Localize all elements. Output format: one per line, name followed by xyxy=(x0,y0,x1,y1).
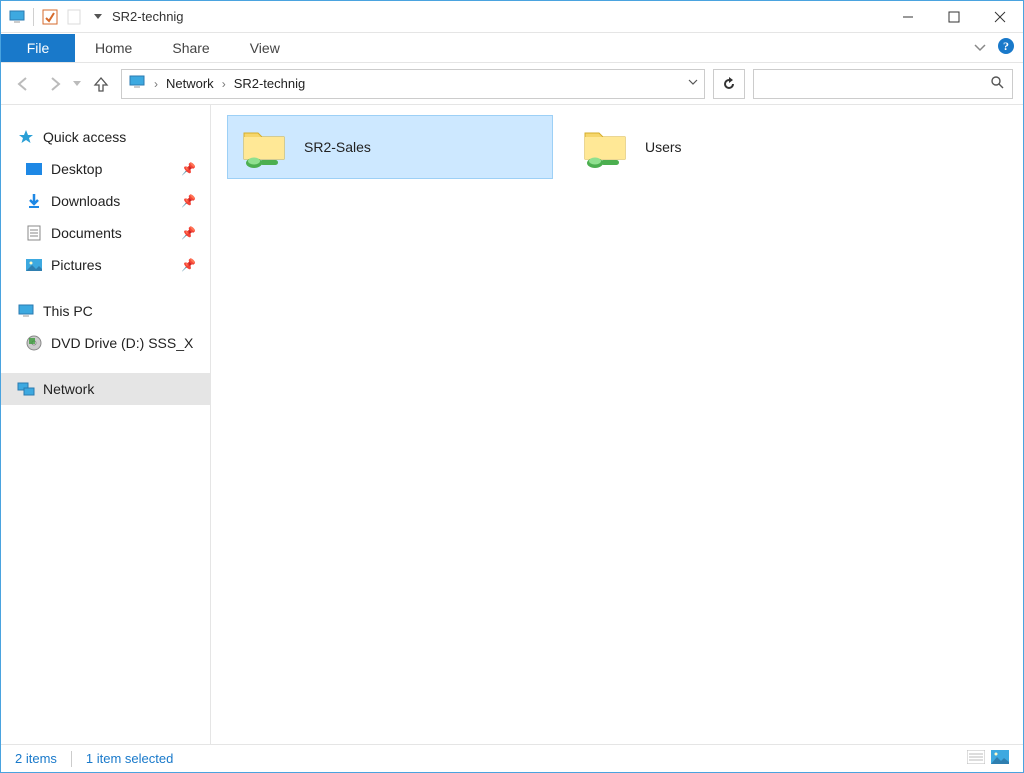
separator xyxy=(33,8,34,26)
chevron-right-icon[interactable]: › xyxy=(154,77,158,91)
sidebar-item-label: Desktop xyxy=(51,161,102,177)
file-tab[interactable]: File xyxy=(1,34,75,62)
addressbar: › Network › SR2-technig xyxy=(1,63,1023,105)
sidebar-item-pictures[interactable]: Pictures 📌 xyxy=(1,249,210,281)
sidebar-item-downloads[interactable]: Downloads 📌 xyxy=(1,185,210,217)
disc-icon xyxy=(25,334,43,352)
tab-home[interactable]: Home xyxy=(75,33,152,62)
shared-folder-icon xyxy=(581,123,629,171)
network-icon xyxy=(17,380,35,398)
back-button[interactable] xyxy=(11,72,35,96)
status-item-count: 2 items xyxy=(15,751,57,766)
body: Quick access Desktop 📌 Downloads 📌 Docum… xyxy=(1,105,1023,744)
sidebar: Quick access Desktop 📌 Downloads 📌 Docum… xyxy=(1,105,211,744)
desktop-icon xyxy=(25,160,43,178)
ribbon: File Home Share View ? xyxy=(1,33,1023,63)
sidebar-item-dvd[interactable]: DVD Drive (D:) SSS_X xyxy=(1,327,210,359)
details-view-icon[interactable] xyxy=(967,750,985,767)
close-button[interactable] xyxy=(977,1,1023,32)
sidebar-item-documents[interactable]: Documents 📌 xyxy=(1,217,210,249)
statusbar: 2 items 1 item selected xyxy=(1,744,1023,772)
sidebar-item-label: Quick access xyxy=(43,129,126,145)
chevron-right-icon[interactable]: › xyxy=(222,77,226,91)
pin-icon: 📌 xyxy=(181,194,196,208)
folder-item-sr2-sales[interactable]: SR2-Sales xyxy=(227,115,553,179)
thumbnails-view-icon[interactable] xyxy=(991,750,1009,767)
pin-icon: 📌 xyxy=(181,226,196,240)
shared-folder-icon xyxy=(240,123,288,171)
qat-customize-icon[interactable] xyxy=(94,14,102,19)
pc-icon[interactable] xyxy=(7,7,27,27)
content-area[interactable]: SR2-Sales Users xyxy=(211,105,1023,744)
tab-view[interactable]: View xyxy=(230,33,300,62)
search-input[interactable] xyxy=(753,69,1013,99)
up-button[interactable] xyxy=(89,72,113,96)
minimize-button[interactable] xyxy=(885,1,931,32)
titlebar: SR2-technig xyxy=(1,1,1023,33)
window-controls xyxy=(885,1,1023,32)
sidebar-item-label: Downloads xyxy=(51,193,120,209)
sidebar-item-label: Documents xyxy=(51,225,122,241)
status-selected-count: 1 item selected xyxy=(86,751,173,766)
sidebar-quick-access[interactable]: Quick access xyxy=(1,121,210,153)
sidebar-item-label: Network xyxy=(43,381,94,397)
tab-share[interactable]: Share xyxy=(152,33,229,62)
new-folder-icon[interactable] xyxy=(64,7,84,27)
maximize-button[interactable] xyxy=(931,1,977,32)
sidebar-item-label: DVD Drive (D:) SSS_X xyxy=(51,335,193,351)
quick-access-toolbar xyxy=(1,7,102,27)
pin-icon: 📌 xyxy=(181,162,196,176)
properties-icon[interactable] xyxy=(40,7,60,27)
breadcrumb-current[interactable]: SR2-technig xyxy=(234,76,306,91)
pin-icon: 📌 xyxy=(181,258,196,272)
separator xyxy=(71,751,72,767)
folder-item-users[interactable]: Users xyxy=(569,115,895,179)
ribbon-expand-icon[interactable] xyxy=(973,41,987,55)
pc-icon xyxy=(17,302,35,320)
sidebar-network[interactable]: Network xyxy=(1,373,210,405)
sidebar-item-desktop[interactable]: Desktop 📌 xyxy=(1,153,210,185)
refresh-button[interactable] xyxy=(713,69,745,99)
document-icon xyxy=(25,224,43,242)
window-title: SR2-technig xyxy=(112,9,184,24)
breadcrumb-network[interactable]: Network xyxy=(166,76,214,91)
svg-text:?: ? xyxy=(1003,39,1009,53)
sidebar-item-label: This PC xyxy=(43,303,93,319)
help-icon[interactable]: ? xyxy=(997,37,1015,58)
network-pc-icon xyxy=(128,75,146,93)
folder-label: SR2-Sales xyxy=(304,139,371,155)
sidebar-item-label: Pictures xyxy=(51,257,102,273)
star-icon xyxy=(17,128,35,146)
forward-button[interactable] xyxy=(43,72,67,96)
download-icon xyxy=(25,192,43,210)
breadcrumb[interactable]: › Network › SR2-technig xyxy=(121,69,705,99)
sidebar-this-pc[interactable]: This PC xyxy=(1,295,210,327)
search-icon xyxy=(990,75,1004,92)
pictures-icon xyxy=(25,256,43,274)
folder-label: Users xyxy=(645,139,682,155)
breadcrumb-dropdown-icon[interactable] xyxy=(688,77,698,90)
history-dropdown-icon[interactable] xyxy=(73,81,81,86)
